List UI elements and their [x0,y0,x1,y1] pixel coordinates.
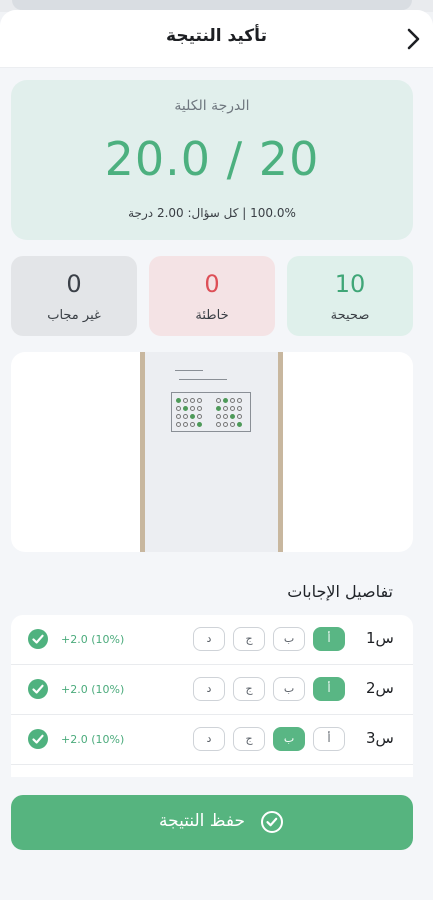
question-label: س2 [366,679,394,697]
option-c[interactable]: ج [233,627,265,651]
bubble [197,398,202,403]
option-a[interactable]: أ [313,627,345,651]
check-circle-icon [28,629,48,649]
bubble [190,414,195,419]
bubble [216,398,221,403]
option-b[interactable]: ب [273,727,305,751]
bubble [237,422,242,427]
bubble [230,398,235,403]
bubble [223,414,228,419]
bubble [197,406,202,411]
header: تأكيد النتيجة [0,10,433,68]
check-circle-icon [28,679,48,699]
unanswered-count-card: 0 غير مجاب [11,256,137,336]
bubble [216,422,221,427]
question-label: س1 [366,629,394,647]
back-button[interactable] [400,24,426,54]
answer-row[interactable]: س2 أ ب ج د +2.0 (10%) [11,665,413,715]
points-earned: +2.0 (10%) [61,633,125,646]
total-score-card: الدرجة الكلية 20.0 / 20 100.0% | كل سؤال… [11,80,413,240]
total-score-label: الدرجة الكلية [174,98,250,114]
bubble [216,406,221,411]
bubble [223,422,228,427]
bubble [190,398,195,403]
answer-details-title: تفاصيل الإجابات [287,582,393,601]
bubble-grid [171,392,251,432]
bubble [223,398,228,403]
bubble [237,406,242,411]
option-b[interactable]: ب [273,627,305,651]
answer-row[interactable]: س1 أ ب ج د +2.0 (10%) [11,615,413,665]
paper-line [175,370,203,371]
bubble [230,414,235,419]
score-summary: 100.0% | كل سؤال: 2.00 درجة [128,206,296,220]
correct-count-card: 10 صحيحة [287,256,413,336]
option-d[interactable]: د [193,627,225,651]
bubble [190,422,195,427]
points-earned: +2.0 (10%) [61,683,125,696]
bubble [197,414,202,419]
option-c[interactable]: ج [233,727,265,751]
bubble [230,406,235,411]
bubble [176,406,181,411]
option-a[interactable]: أ [313,727,345,751]
wrong-count-card: 0 خاطئة [149,256,275,336]
bubble [183,414,188,419]
bubble [223,406,228,411]
save-result-label: حفظ النتيجة [159,811,246,831]
bubble [183,406,188,411]
page-title: تأكيد النتيجة [166,26,267,46]
answers-list[interactable]: س1 أ ب ج د +2.0 (10%) س2 أ ب ج د +2.0 (1… [11,615,413,777]
bubble [183,422,188,427]
bubble [176,422,181,427]
bubble [216,414,221,419]
option-d[interactable]: د [193,677,225,701]
check-circle-icon [28,729,48,749]
points-earned: +2.0 (10%) [61,733,125,746]
unanswered-label: غير مجاب [47,308,101,323]
wrong-label: خاطئة [195,308,229,323]
option-b[interactable]: ب [273,677,305,701]
bubble [237,398,242,403]
check-circle-icon [261,811,283,833]
correct-count: 10 [334,270,366,298]
bubble [176,398,181,403]
answer-sheet-photo[interactable] [140,352,283,552]
bubble [197,422,202,427]
bubble [230,422,235,427]
bubble [190,406,195,411]
bubble [237,414,242,419]
answer-row[interactable]: س3 أ ب ج د +2.0 (10%) [11,715,413,765]
wrong-count: 0 [204,270,220,298]
bubble [176,414,181,419]
unanswered-count: 0 [66,270,82,298]
sheet-grip [12,0,412,10]
chevron-right-icon [407,28,420,50]
option-a[interactable]: أ [313,677,345,701]
save-result-button[interactable]: حفظ النتيجة [11,795,413,850]
question-label: س3 [366,729,394,747]
paper-line [179,379,227,380]
correct-label: صحيحة [330,308,370,323]
option-d[interactable]: د [193,727,225,751]
option-c[interactable]: ج [233,677,265,701]
answer-sheet-paper [145,352,278,552]
total-score-value: 20.0 / 20 [104,132,320,186]
bubble [183,398,188,403]
